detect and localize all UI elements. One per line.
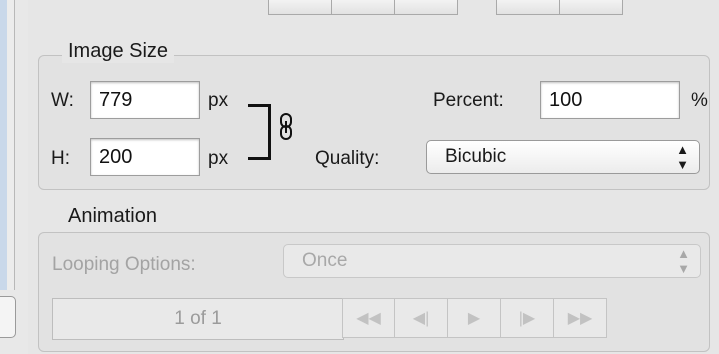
looping-options-select[interactable]: Once ▲ ▼ <box>283 244 701 278</box>
chain-link-icon[interactable] <box>279 113 293 141</box>
height-unit: px <box>208 148 229 169</box>
toolbar-button-3[interactable] <box>395 0 458 15</box>
first-frame-button[interactable]: ◀◀ <box>342 298 395 338</box>
toolbar-button-4[interactable] <box>496 0 560 15</box>
constrain-bracket <box>248 104 271 160</box>
percent-unit: % <box>691 90 708 111</box>
quality-value: Bicubic <box>445 146 507 167</box>
previous-frame-icon: ◀| <box>412 310 430 327</box>
last-frame-icon: ▶▶ <box>567 310 593 327</box>
up-down-arrows-icon: ▲ ▼ <box>677 246 690 276</box>
top-toolbar <box>268 0 623 16</box>
height-label: H: <box>51 148 70 169</box>
left-edge-button[interactable] <box>0 296 16 338</box>
next-frame-button[interactable]: |▶ <box>501 298 554 338</box>
toolbar-button-5[interactable] <box>560 0 623 15</box>
left-window-edge <box>0 0 15 290</box>
up-down-arrows-icon: ▲ ▼ <box>676 142 689 172</box>
looping-options-label: Looping Options: <box>52 254 196 275</box>
play-icon: ▶ <box>467 310 481 327</box>
quality-label: Quality: <box>315 148 380 169</box>
height-field[interactable] <box>90 138 200 176</box>
toolbar-button-2[interactable] <box>332 0 395 15</box>
frame-counter: 1 of 1 <box>52 298 344 340</box>
sidebar-highlight <box>0 0 7 290</box>
percent-field[interactable] <box>540 81 680 119</box>
play-button[interactable]: ▶ <box>448 298 501 338</box>
looping-value: Once <box>302 250 348 271</box>
width-label: W: <box>51 90 74 111</box>
quality-select[interactable]: Bicubic ▲ ▼ <box>426 140 700 174</box>
previous-frame-button[interactable]: ◀| <box>395 298 448 338</box>
next-frame-icon: |▶ <box>518 310 536 327</box>
width-field[interactable] <box>90 81 200 119</box>
save-for-web-panel: Image Size W: px H: px Percent: % Qualit… <box>28 0 719 354</box>
image-size-title: Image Size <box>62 40 175 63</box>
animation-title: Animation <box>62 205 163 228</box>
animation-nav: ◀◀ ◀| ▶ |▶ ▶▶ <box>342 298 607 338</box>
last-frame-button[interactable]: ▶▶ <box>554 298 607 338</box>
percent-label: Percent: <box>433 90 504 111</box>
width-unit: px <box>208 90 229 111</box>
toolbar-button-1[interactable] <box>268 0 332 15</box>
first-frame-icon: ◀◀ <box>356 310 381 327</box>
